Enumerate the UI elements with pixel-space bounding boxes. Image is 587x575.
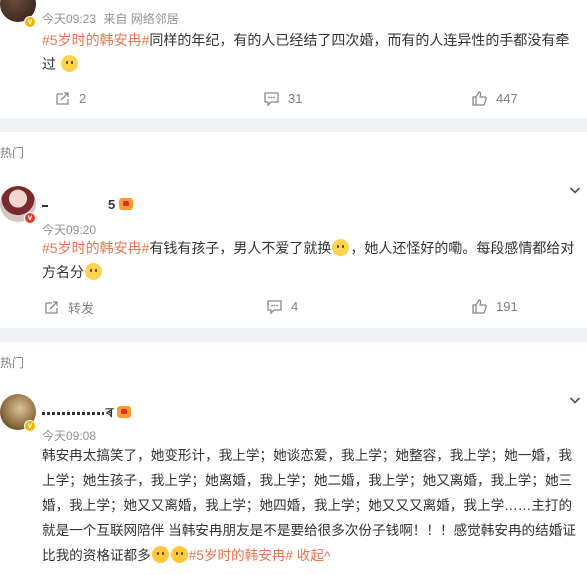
repost-label: 转发 (68, 301, 95, 316)
comment-time: 今天09:08 (42, 429, 97, 443)
action-bar: 转发 4 191 (0, 298, 587, 322)
repost-count: 2 (79, 91, 87, 106)
post-card: v 今天09:23 来自 网络邻居 #5岁时的韩安冉#同样的年纪，有的人已经结了… (0, 0, 587, 118)
chevron-down-icon[interactable] (569, 394, 581, 406)
hashtag-link[interactable]: #5岁时的韩安冉# (42, 240, 149, 256)
username[interactable]: ৰ (42, 404, 132, 425)
repost-button[interactable]: 2 (54, 90, 86, 107)
verified-badge-icon: v (24, 16, 36, 28)
comment-text: #5岁时的韩安冉#有钱有孩子，男人不爱了就换 ，她人还怪好的嘞。每段感情都给对方名… (42, 239, 575, 280)
cry-emoji-icon (170, 546, 188, 563)
like-button[interactable]: 191 (471, 298, 518, 315)
comment-card: 热门 v 5 今天09:20 #5岁时的韩安冉#有钱有孩子，男人不爱了就换 ，她人… (0, 132, 587, 328)
hashtag-link[interactable]: #5岁时的韩安冉# (189, 548, 293, 563)
action-bar: 2 31 447 (0, 90, 587, 114)
comment-icon (267, 300, 282, 315)
comment-count: 4 (291, 299, 299, 314)
crown-badge-icon (119, 198, 134, 210)
section-label-hot: 热门 (0, 146, 25, 160)
post-meta: 今天09:23 来自 网络邻居 (42, 10, 179, 27)
comment-card: 热门 v ৰ 今天09:08 韩安冉太搞笑了，她变形计，我上学；她谈恋爱，我上学… (0, 342, 587, 575)
comment-text: 韩安冉太搞笑了，她变形计，我上学；她谈恋爱，我上学；她整容，我上学；她一婚，我上… (42, 443, 582, 568)
chevron-down-icon[interactable] (569, 184, 581, 196)
emoji-icon (332, 239, 350, 256)
like-icon (472, 91, 487, 106)
repost-button[interactable]: 转发 (43, 298, 94, 317)
crown-badge-icon (117, 406, 132, 418)
like-icon (472, 299, 487, 314)
like-count: 447 (496, 91, 518, 106)
section-label-hot: 热门 (0, 356, 25, 370)
divider (0, 118, 587, 132)
username[interactable]: 5 (42, 197, 134, 212)
repost-icon (56, 92, 69, 105)
post-text: #5岁时的韩安冉#同样的年纪，有的人已经结了四次婚，而有的人连异性的手都没有牵过 (42, 28, 582, 76)
hashtag-link[interactable]: #5岁时的韩安冉# (42, 32, 149, 48)
comment-count: 31 (288, 91, 303, 106)
comment-button[interactable]: 31 (263, 90, 302, 107)
comment-icon (264, 92, 279, 107)
verified-badge-icon: v (24, 212, 36, 224)
post-time: 今天09:23 (42, 12, 97, 26)
emoji-icon (60, 55, 78, 72)
emoji-icon (85, 263, 102, 280)
post-source: 来自 网络邻居 (103, 12, 179, 26)
verified-badge-icon: v (24, 420, 36, 432)
like-button[interactable]: 447 (471, 90, 518, 107)
repost-icon (45, 301, 58, 314)
cry-emoji-icon (151, 546, 169, 563)
like-count: 191 (496, 299, 518, 314)
chevron-up-icon: ^ (323, 549, 331, 564)
collapse-link[interactable]: 收起^ (297, 548, 331, 564)
comment-button[interactable]: 4 (266, 298, 298, 315)
divider (0, 328, 587, 342)
